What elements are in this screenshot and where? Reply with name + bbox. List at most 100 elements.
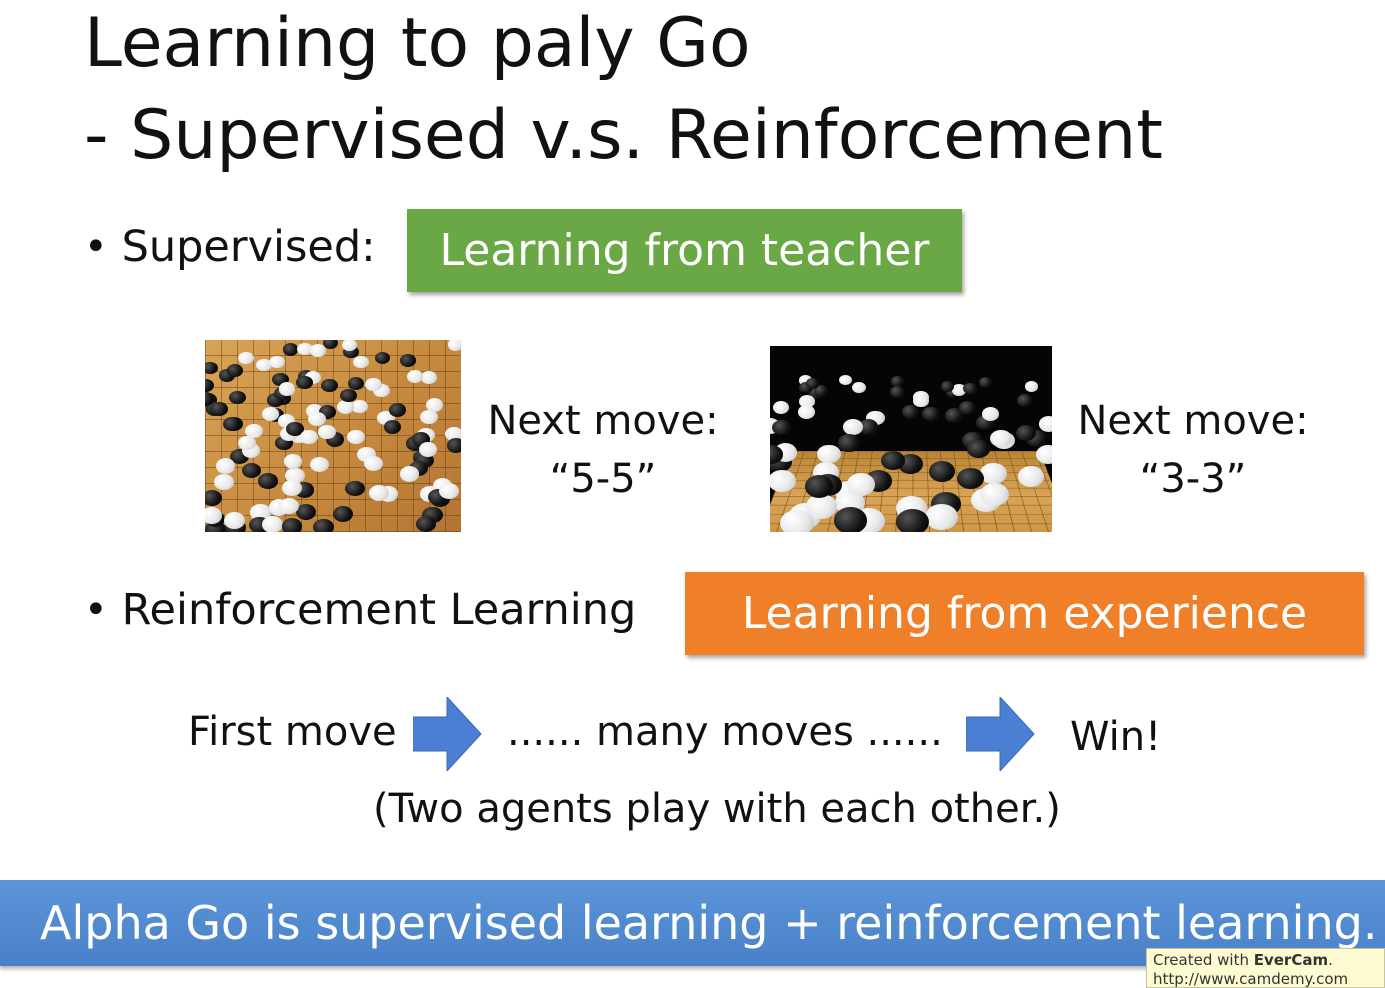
go-stone [262,516,284,532]
go-stone [210,402,228,416]
go-stone [447,340,461,351]
flow-many-moves: ...... many moves ...... [507,709,943,755]
watermark-prefix: Created with [1153,951,1254,969]
go-stone [229,390,247,405]
go-stone [258,473,278,490]
next-move-label-1-line2: “5-5” [549,456,657,502]
go-stone [282,480,302,496]
go-stone [1016,394,1033,408]
go-stone [318,424,337,440]
go-stone [389,403,407,418]
evercam-watermark: Created with EverCam. http://www.camdemy… [1146,948,1385,988]
go-stone [1015,424,1037,441]
reinforcement-tag: Learning from experience [685,572,1364,655]
go-stone [851,381,866,394]
go-stone [223,416,242,431]
go-stone [374,351,391,365]
go-stone [205,507,222,524]
go-stone [834,507,868,532]
go-stone [847,473,875,496]
flow-win: Win! [1070,714,1162,760]
right-arrow-icon [413,697,482,771]
bullet-reinforcement-label: Reinforcement Learning [121,585,637,635]
summary-banner-text: Alpha Go is supervised learning + reinfo… [40,896,1378,950]
go-stone [268,355,285,369]
bullet-reinforcement: • Reinforcement Learning [84,585,636,635]
go-stone [344,480,365,497]
go-stone [313,518,335,532]
go-stone [420,410,438,425]
go-stone [839,374,852,385]
next-move-label-1-line1: Next move: [487,398,719,444]
go-stone [352,355,369,369]
bullet-dot-icon: • [84,587,108,633]
slide-title-line1: Learning to paly Go [84,4,751,83]
go-stone [261,407,280,422]
go-stone [310,457,330,473]
bullet-supervised-label: Supervised: [121,222,376,272]
go-stone [772,400,790,415]
go-stone [339,388,357,403]
go-board-photo-1 [205,340,461,532]
go-stone [363,456,383,472]
go-stone [227,364,244,378]
go-stone [421,371,438,385]
go-stone [205,490,222,507]
supervised-tag: Learning from teacher [407,209,962,292]
go-stone [890,386,906,398]
go-stone [913,394,930,408]
go-board-photo-2 [770,346,1052,532]
go-stone [347,429,366,445]
go-stone [282,343,299,356]
go-stone [806,494,837,519]
go-stone [804,475,833,498]
flow-first-move: First move [188,709,397,755]
go-stone [817,444,841,464]
go-stone [383,420,402,435]
go-stone [241,462,262,479]
go-stone [415,515,437,532]
watermark-suffix: . [1328,951,1333,969]
go-stone [299,429,319,445]
watermark-url: http://www.camdemy.com [1153,970,1349,988]
go-stone [281,518,303,532]
go-stone [223,512,245,529]
go-stone [837,434,860,452]
go-stone [990,429,1012,447]
go-stone [890,376,904,387]
next-move-label-2: Next move: “3-3” [1068,392,1318,508]
go-stone [205,361,218,375]
go-stone [214,473,234,490]
go-stone [278,382,296,396]
go-stone [978,377,993,388]
go-stone [1038,416,1052,432]
go-stone [940,380,955,392]
go-stone [901,405,920,419]
go-stone [979,482,1010,507]
next-move-label-1: Next move: “5-5” [478,392,728,508]
go-stone [446,438,461,453]
go-stone [406,369,423,383]
go-stone [418,441,438,457]
go-stone [1024,380,1039,392]
go-stone [439,482,459,499]
bullet-dot-icon: • [84,224,108,270]
go-stone [278,497,300,515]
next-move-label-2-line1: Next move: [1077,398,1309,444]
go-stone [895,508,929,532]
go-stone [399,466,419,482]
go-stone [922,406,940,421]
go-stone [958,401,976,415]
go-stone [310,344,326,357]
go-stone [308,412,326,427]
go-stone [400,354,416,367]
go-stone [321,378,338,392]
watermark-brand: EverCam [1253,951,1329,969]
go-stone [981,406,1000,421]
go-stone [337,400,355,415]
go-stone [797,405,816,420]
go-stone [880,450,905,471]
go-stone [205,378,214,393]
next-move-label-2-line2: “3-3” [1139,456,1247,502]
go-stone [963,382,978,394]
